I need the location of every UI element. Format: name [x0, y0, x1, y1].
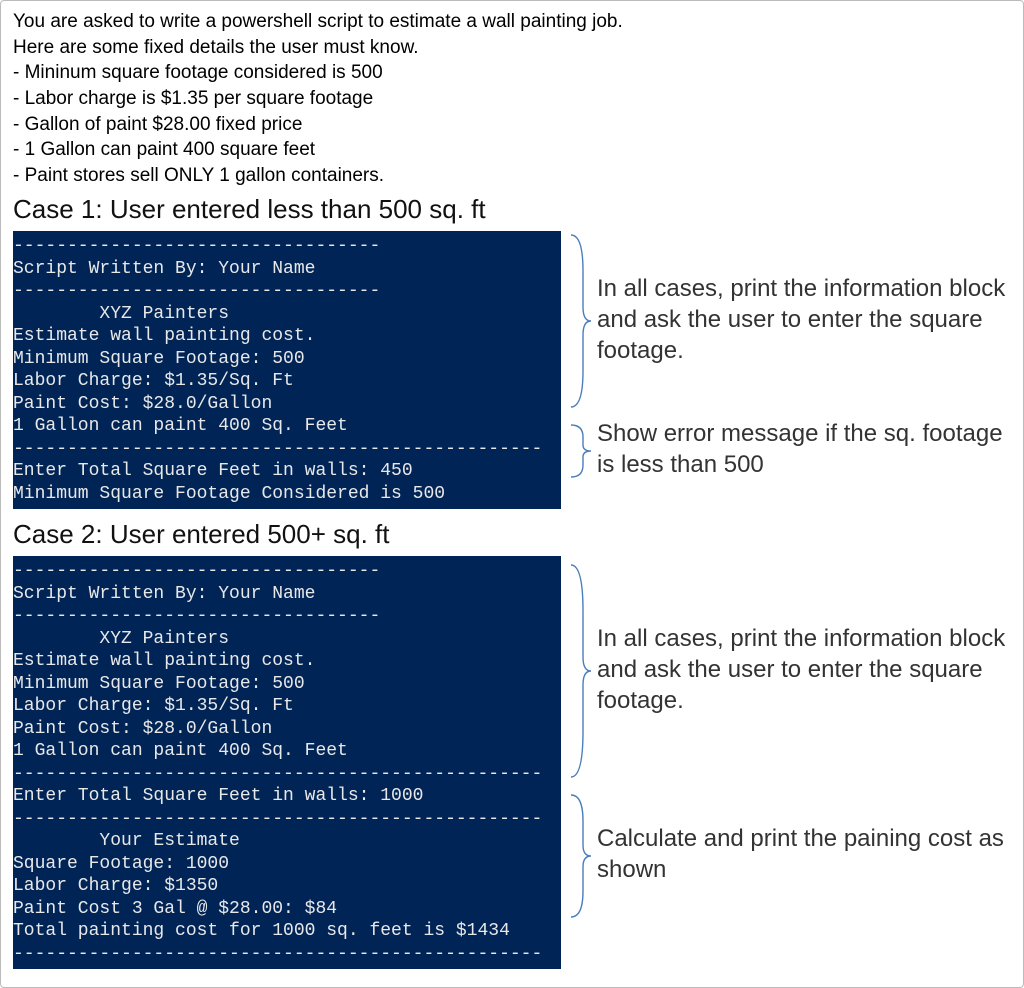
brace-icon	[569, 421, 593, 481]
case2-heading: Case 2: User entered 500+ sq. ft	[13, 519, 1011, 550]
case2-annotation-bottom: Calculate and print the paining cost as …	[597, 823, 1011, 885]
bullet-gallon-price: - Gallon of paint $28.00 fixed price	[13, 112, 1011, 138]
intro-block: You are asked to write a powershell scri…	[13, 9, 1011, 188]
case1-terminal: ---------------------------------- Scrip…	[13, 231, 561, 509]
case2-annotation-top: In all cases, print the information bloc…	[597, 623, 1011, 717]
bullet-container-size: - Paint stores sell ONLY 1 gallon contai…	[13, 163, 1011, 189]
case2-row: ---------------------------------- Scrip…	[13, 556, 1011, 969]
case1-heading: Case 1: User entered less than 500 sq. f…	[13, 194, 1011, 225]
case1-row: ---------------------------------- Scrip…	[13, 231, 1011, 509]
intro-line-1: You are asked to write a powershell scri…	[13, 9, 1011, 35]
bullet-labor-charge: - Labor charge is $1.35 per square foota…	[13, 86, 1011, 112]
brace-icon	[569, 231, 593, 411]
case2-annotations: In all cases, print the information bloc…	[569, 556, 1011, 969]
case1-annotation-bottom: Show error message if the sq. footage is…	[597, 418, 1011, 480]
bullet-min-sqft: - Mininum square footage considered is 5…	[13, 60, 1011, 86]
case2-terminal: ---------------------------------- Scrip…	[13, 556, 561, 969]
brace-icon	[569, 791, 593, 921]
intro-line-2: Here are some fixed details the user mus…	[13, 35, 1011, 61]
bullet-gallon-coverage: - 1 Gallon can paint 400 square feet	[13, 137, 1011, 163]
case1-annotations: In all cases, print the information bloc…	[569, 231, 1011, 509]
case1-annotation-top: In all cases, print the information bloc…	[597, 273, 1011, 367]
brace-icon	[569, 561, 593, 781]
